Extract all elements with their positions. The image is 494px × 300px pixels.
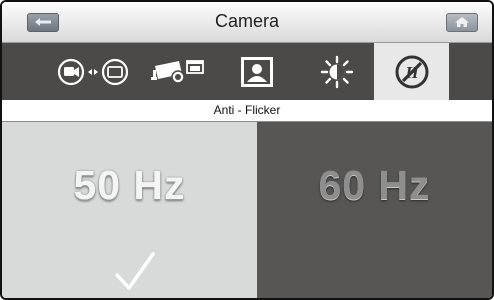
section-header: Anti - Flicker	[2, 100, 492, 122]
option-60hz-label: 60 Hz	[318, 162, 431, 208]
settings-toolbar: H	[2, 43, 492, 100]
portrait-icon	[241, 56, 273, 87]
brightness-tab[interactable]	[307, 43, 367, 100]
camera-record-tab[interactable]	[145, 43, 210, 100]
home-icon	[455, 17, 469, 27]
option-60hz[interactable]: 60 Hz	[257, 122, 492, 298]
option-50hz[interactable]: 50 Hz	[2, 122, 257, 298]
page-title: Camera	[214, 11, 280, 31]
anti-flicker-tab[interactable]: H	[374, 43, 449, 100]
home-button[interactable]	[446, 13, 478, 32]
checkmark-icon	[115, 252, 155, 290]
brightness-icon	[320, 55, 354, 88]
camera-switch-tab[interactable]	[52, 43, 142, 100]
option-50hz-label: 50 Hz	[73, 162, 186, 208]
camera-switch-icon	[57, 58, 129, 85]
title-bar: Camera	[2, 2, 492, 43]
camera-settings-screen: Camera Anti - Flicker 50 Hz 60 Hz	[0, 0, 494, 300]
section-title: Anti - Flicker	[213, 103, 281, 117]
portrait-tab[interactable]	[228, 43, 286, 100]
anti-flicker-icon: H	[395, 55, 428, 88]
camera-record-icon	[150, 59, 204, 84]
